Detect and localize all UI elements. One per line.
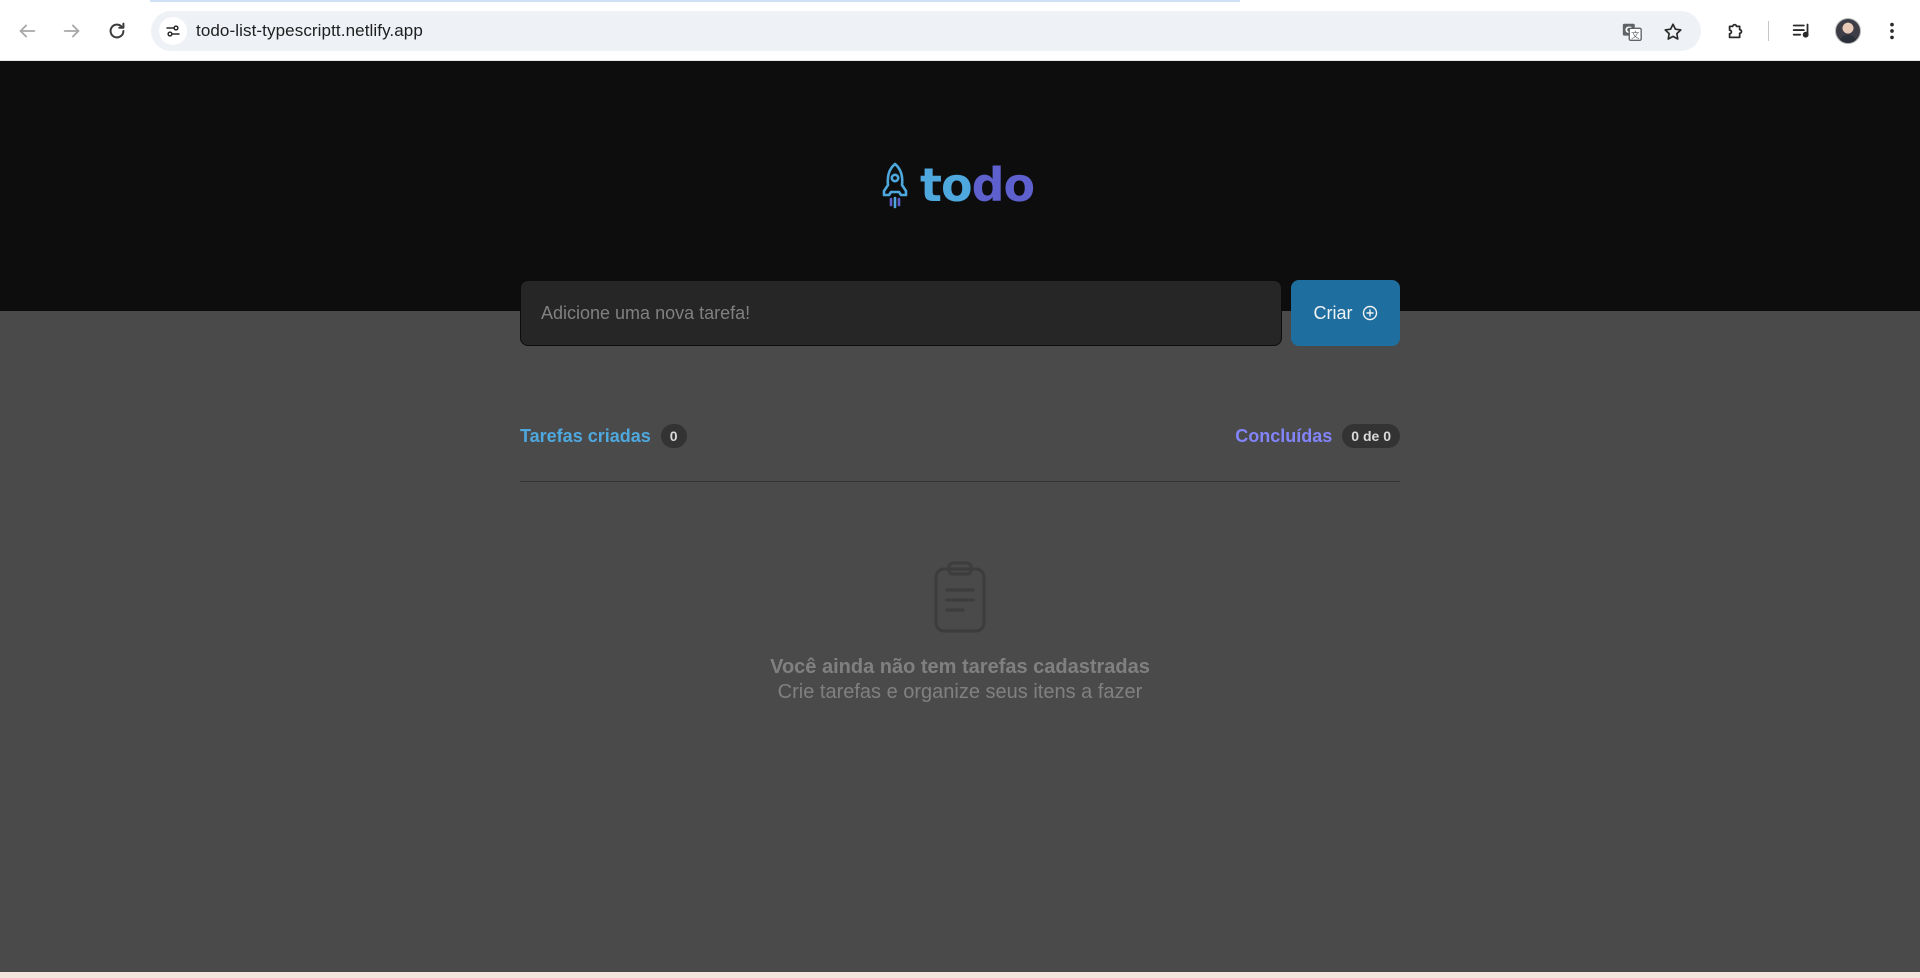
list-divider <box>520 481 1400 482</box>
empty-state: Você ainda não tem tarefas cadastradas C… <box>520 560 1400 705</box>
site-info-button[interactable] <box>159 17 187 45</box>
create-button-label: Criar <box>1313 302 1353 323</box>
browser-menu-button[interactable] <box>1878 17 1906 45</box>
bottom-edge <box>0 972 1920 978</box>
url-text[interactable]: todo-list-typescriptt.netlify.app <box>196 21 423 41</box>
created-counter: Tarefas criadas 0 <box>520 424 687 448</box>
back-button[interactable] <box>12 16 42 46</box>
profile-avatar[interactable] <box>1835 18 1861 44</box>
toolbar-separator <box>1768 21 1769 41</box>
rocket-icon <box>878 161 912 209</box>
bookmark-button[interactable] <box>1660 19 1686 45</box>
reload-button[interactable] <box>102 16 132 46</box>
app-header: todo <box>0 61 1920 311</box>
address-bar[interactable]: todo-list-typescriptt.netlify.app G文 <box>151 11 1701 51</box>
arrow-right-icon <box>63 24 80 38</box>
logo-text-do: do <box>971 158 1036 212</box>
kebab-menu-icon <box>1890 22 1894 40</box>
created-label: Tarefas criadas <box>520 425 651 446</box>
logo-text-to: to <box>920 158 973 212</box>
clipboard-icon <box>932 560 988 634</box>
media-control-button[interactable] <box>1788 17 1816 45</box>
task-counters: Tarefas criadas 0 Concluídas 0 de 0 <box>520 424 1400 452</box>
svg-text:文: 文 <box>1631 30 1639 40</box>
tune-icon <box>166 25 180 37</box>
new-task-input[interactable] <box>520 280 1282 346</box>
empty-state-title: Você ainda não tem tarefas cadastradas <box>770 656 1150 678</box>
created-count-badge: 0 <box>660 424 687 448</box>
plus-circle-icon <box>1362 305 1377 321</box>
app-logo: todo <box>878 161 1035 209</box>
reload-icon <box>109 22 125 39</box>
translate-button[interactable]: G文 <box>1619 19 1645 45</box>
create-task-button[interactable]: Criar <box>1291 280 1400 346</box>
arrow-left-icon <box>19 24 36 38</box>
tab-strip-accent <box>150 0 1240 2</box>
puzzle-icon <box>1728 23 1743 39</box>
app-title: todo <box>920 162 1035 208</box>
media-control-icon <box>1792 23 1809 38</box>
forward-button[interactable] <box>57 16 87 46</box>
empty-state-subtitle: Crie tarefas e organize seus itens a faz… <box>777 681 1143 703</box>
done-counter: Concluídas 0 de 0 <box>1235 424 1400 448</box>
done-label: Concluídas <box>1235 425 1333 446</box>
done-count-badge: 0 de 0 <box>1342 424 1400 448</box>
translate-icon: G文 <box>1622 23 1642 41</box>
browser-toolbar: todo-list-typescriptt.netlify.app G文 <box>0 0 1920 61</box>
star-icon <box>1664 23 1682 40</box>
extensions-button[interactable] <box>1722 17 1750 45</box>
